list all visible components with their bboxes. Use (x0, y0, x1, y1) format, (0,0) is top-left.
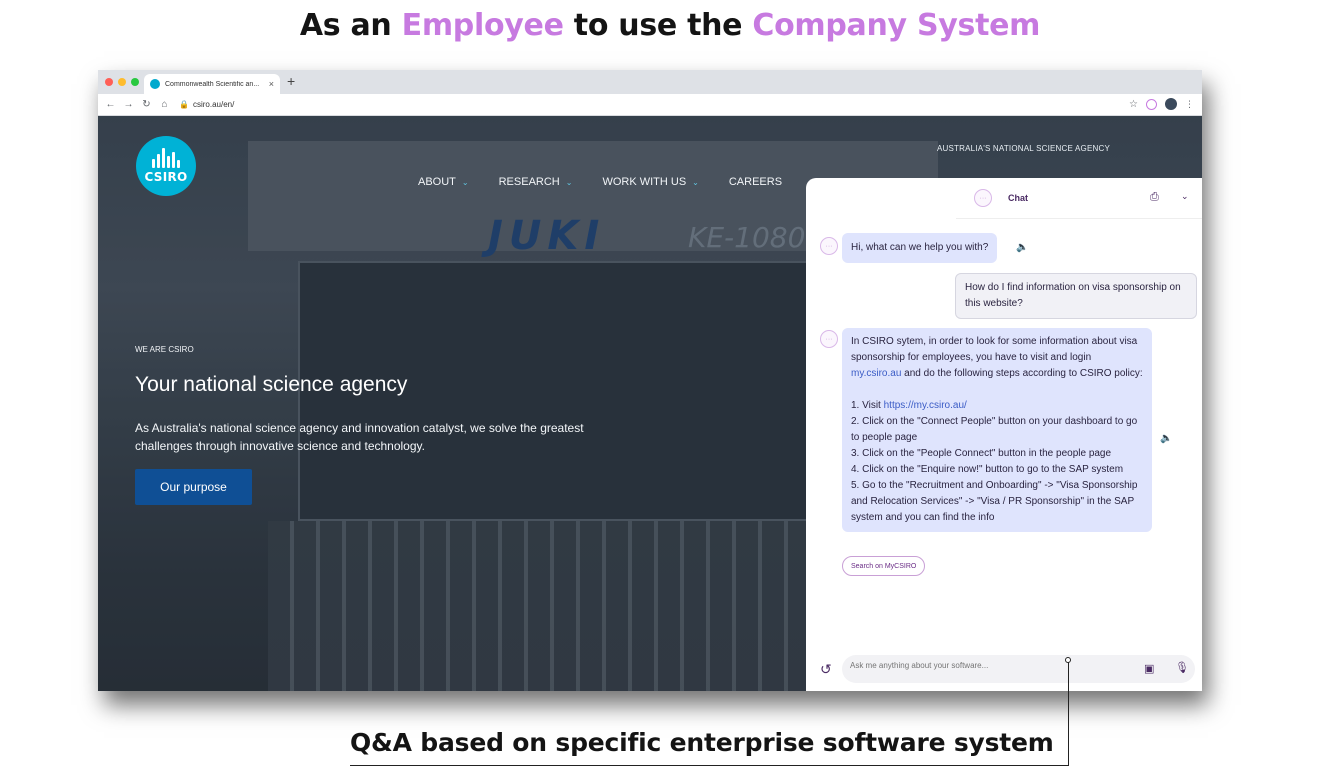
mycsiro-url-link[interactable]: https://my.csiro.au/ (884, 400, 967, 411)
answer-step-3: 3. Click on the "People Connect" button … (851, 448, 1112, 459)
assistant-answer: In CSIRO sytem, in order to look for som… (842, 328, 1152, 532)
window-controls (105, 78, 139, 86)
assistant-greeting: Hi, what can we help you with? (842, 233, 998, 263)
browser-tab[interactable]: Commonwealth Scientific an... × (144, 74, 280, 94)
nav-item-careers[interactable]: CAREERS (729, 176, 782, 188)
browser-window: Commonwealth Scientific an... × + ← → ↻ … (98, 70, 1202, 691)
answer-step-2: 2. Click on the "Connect People" button … (851, 416, 1138, 443)
caption-leader-line (1068, 660, 1069, 766)
answer-step-5: 5. Go to the "Recruitment and Onboarding… (851, 480, 1138, 523)
answer-step-4: 4. Click on the "Enquire now!" button to… (851, 464, 1124, 475)
answer-step-1: 1. Visit https://my.csiro.au/ (851, 400, 967, 411)
caption-underline (350, 765, 1068, 766)
chevron-down-icon: ⌄ (565, 177, 573, 187)
site-tagline: AUSTRALIA'S NATIONAL SCIENCE AGENCY (936, 144, 1110, 153)
logo-bars-icon (152, 148, 180, 168)
assistant-avatar-icon: ··· (820, 330, 838, 348)
back-arrow-icon[interactable]: ← (104, 99, 117, 110)
chat-title: Chat (1008, 193, 1028, 203)
user-message: How do I find information on visa sponso… (955, 273, 1197, 319)
url-field[interactable]: csiro.au/en/ (193, 100, 234, 109)
chevron-down-icon[interactable]: ⌄ (1181, 191, 1189, 202)
maximize-window-button[interactable] (131, 78, 139, 86)
home-icon[interactable]: ⌂ (158, 99, 171, 110)
profile-icon[interactable] (1165, 98, 1177, 110)
chat-input[interactable] (850, 661, 1130, 670)
header-divider (956, 218, 1202, 219)
answer-intro: In CSIRO sytem, in order to look for som… (851, 336, 1143, 379)
chat-header: ··· Chat ⎙ ⌄ (806, 178, 1202, 219)
tab-bar: Commonwealth Scientific an... × + (98, 70, 1202, 94)
image-upload-icon[interactable]: ▣ (1144, 662, 1154, 675)
hero-title: Your national science agency (135, 373, 408, 396)
chat-panel: ··· Chat ⎙ ⌄ ··· Hi, what can we help yo… (806, 178, 1202, 691)
nav-item-research[interactable]: RESEARCH ⌄ (499, 176, 573, 188)
chat-input-container: ▣ 🎙 (842, 655, 1195, 683)
tab-close-icon[interactable]: × (269, 79, 274, 89)
nav-item-about[interactable]: ABOUT ⌄ (418, 176, 469, 188)
reload-icon[interactable]: ↻ (140, 99, 153, 110)
headline-system: Company System (752, 8, 1041, 43)
star-icon[interactable]: ☆ (1129, 99, 1138, 110)
chat-composer: ↺ ▣ 🎙 (806, 650, 1202, 690)
tab-title: Commonwealth Scientific an... (165, 80, 260, 88)
menu-icon[interactable]: ⋮ (1185, 99, 1194, 110)
new-tab-button[interactable]: + (287, 73, 295, 89)
headline-middle: to use the (573, 8, 743, 43)
logo-text: CSIRO (144, 170, 188, 184)
assistant-avatar-icon: ··· (974, 189, 992, 207)
extension-icon[interactable] (1146, 98, 1157, 110)
lock-icon[interactable]: 🔒 (179, 100, 189, 109)
save-chat-icon[interactable]: ⎙ (1150, 191, 1159, 204)
address-bar: ← → ↻ ⌂ 🔒 csiro.au/en/ ☆ ⋮ (98, 94, 1202, 116)
caption-leader-dot (1065, 657, 1071, 663)
reset-chat-icon[interactable]: ↺ (820, 661, 832, 678)
hero-kicker: WE ARE CSIRO (135, 345, 194, 354)
search-mycsiro-button[interactable]: Search on MyCSIRO (842, 556, 926, 576)
chevron-down-icon: ⌄ (461, 177, 469, 187)
close-window-button[interactable] (105, 78, 113, 86)
caption: Q&A based on specific enterprise softwar… (350, 728, 1054, 757)
headline-role: Employee (401, 8, 564, 43)
headline-prefix: As an (299, 8, 392, 43)
headline: As an Employee to use the Company System (0, 8, 1340, 43)
our-purpose-button[interactable]: Our purpose (135, 469, 252, 505)
minimize-window-button[interactable] (118, 78, 126, 86)
microphone-icon[interactable]: 🎙 (1175, 661, 1189, 674)
speaker-icon[interactable]: 🔈 (1160, 433, 1172, 444)
nav-item-work-with-us[interactable]: WORK WITH US ⌄ (602, 176, 698, 188)
assistant-avatar-icon: ··· (820, 237, 838, 255)
speaker-icon[interactable]: 🔈 (1016, 242, 1028, 253)
forward-arrow-icon[interactable]: → (122, 99, 135, 110)
csiro-favicon-icon (150, 79, 160, 89)
main-nav: ABOUT ⌄ RESEARCH ⌄ WORK WITH US ⌄ CAREERS (418, 176, 782, 188)
mycsiro-link[interactable]: my.csiro.au (851, 368, 901, 379)
chevron-down-icon: ⌄ (692, 177, 699, 187)
csiro-logo[interactable]: CSIRO (136, 136, 196, 196)
hero-description: As Australia's national science agency a… (135, 421, 584, 453)
